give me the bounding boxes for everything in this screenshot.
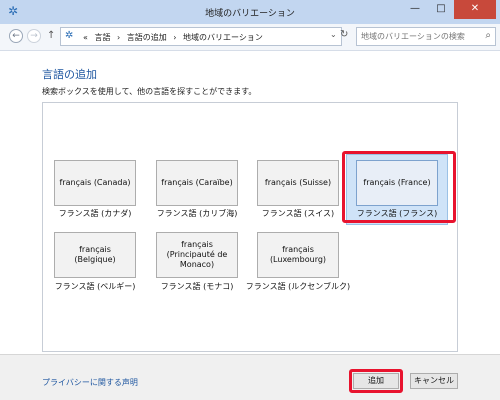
- up-button[interactable]: ↑: [47, 30, 55, 41]
- close-button[interactable]: ✕: [454, 0, 496, 19]
- language-caption-luxembourg: フランス語 (ルクセンブルク): [245, 282, 351, 291]
- language-tile-suisse[interactable]: français (Suisse): [257, 160, 339, 206]
- dialog-window: ✲ 地域のバリエーション — □ ✕ ← → ↑ ✲ « 言語 › 言語の追加 …: [0, 0, 500, 400]
- breadcrumb-item-languages[interactable]: 言語: [94, 33, 110, 42]
- back-button[interactable]: ←: [9, 29, 23, 43]
- page-description: 検索ボックスを使用して、他の言語を探すことができます。: [42, 87, 257, 96]
- control-panel-icon: ✲: [65, 30, 74, 41]
- language-tile-canada[interactable]: français (Canada): [54, 160, 136, 206]
- page-title: 言語の追加: [42, 68, 97, 81]
- language-caption-canada: フランス語 (カナダ): [58, 209, 132, 218]
- highlight-frame-france: [342, 151, 456, 223]
- breadcrumb-item-regional-variations[interactable]: 地域のバリエーション: [183, 33, 263, 42]
- search-icon[interactable]: ⌕: [485, 30, 491, 41]
- dialog-footer: プライバシーに関する声明 追加 キャンセル: [0, 354, 500, 400]
- language-tile-belgique[interactable]: français (Belgique): [54, 232, 136, 278]
- highlight-frame-add: [349, 369, 403, 393]
- breadcrumb: « 言語 › 言語の追加 › 地域のバリエーション: [83, 32, 267, 43]
- language-caption-monaco: フランス語 (モナコ): [160, 282, 234, 291]
- address-dropdown-icon[interactable]: ⌄: [330, 30, 337, 39]
- breadcrumb-prefix[interactable]: «: [83, 33, 88, 42]
- breadcrumb-separator: ›: [173, 33, 177, 42]
- content-area: 言語の追加 検索ボックスを使用して、他の言語を探すことができます。 frança…: [0, 51, 500, 354]
- search-box[interactable]: ⌕: [356, 27, 496, 46]
- breadcrumb-item-add-language[interactable]: 言語の追加: [127, 33, 167, 42]
- title-bar: ✲ 地域のバリエーション — □ ✕: [0, 0, 500, 24]
- language-list: français (Canada) フランス語 (カナダ) français (…: [42, 102, 458, 352]
- minimize-button[interactable]: —: [402, 0, 428, 19]
- privacy-statement-link[interactable]: プライバシーに関する声明: [42, 377, 138, 388]
- language-caption-caraibe: フランス語 (カリブ海): [156, 209, 238, 218]
- language-caption-belgique: フランス語 (ベルギー): [54, 282, 136, 291]
- language-tile-luxembourg[interactable]: français (Luxembourg): [257, 232, 339, 278]
- cancel-button[interactable]: キャンセル: [410, 373, 458, 389]
- language-tile-caraibe[interactable]: français (Caraïbe): [156, 160, 238, 206]
- search-input[interactable]: [361, 30, 471, 43]
- refresh-icon[interactable]: ↻: [340, 29, 348, 40]
- language-tile-monaco[interactable]: français (Principauté de Monaco): [156, 232, 238, 278]
- maximize-button[interactable]: □: [428, 0, 454, 19]
- address-bar[interactable]: ✲ « 言語 › 言語の追加 › 地域のバリエーション: [60, 27, 342, 46]
- language-caption-suisse: フランス語 (スイス): [261, 209, 335, 218]
- breadcrumb-separator: ›: [117, 33, 121, 42]
- forward-button[interactable]: →: [27, 29, 41, 43]
